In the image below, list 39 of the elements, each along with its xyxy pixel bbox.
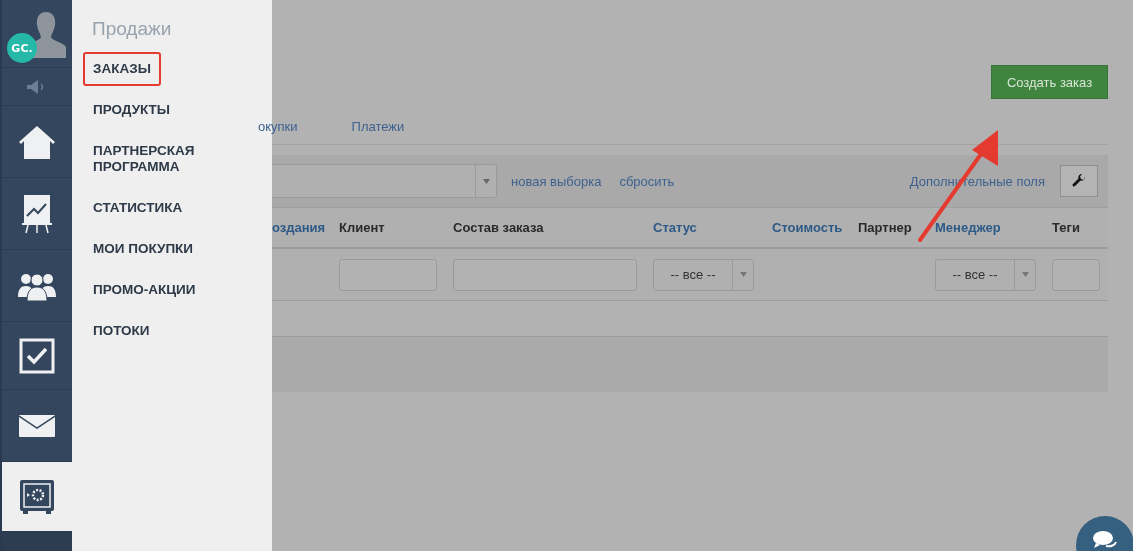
filter-input[interactable] (1052, 258, 1100, 291)
menu-item[interactable]: СТАТИСТИКА (83, 191, 193, 225)
filter-input[interactable] (453, 258, 637, 291)
chart-board-icon (22, 193, 52, 234)
filter-dropdown[interactable]: -- все -- (935, 258, 1036, 291)
menu-item[interactable]: ПРОМО-АКЦИИ (83, 273, 206, 307)
filter-input[interactable] (339, 258, 437, 291)
caret-icon (482, 178, 490, 184)
menu-title: Продажи (92, 18, 172, 40)
column-header: Состав заказа (453, 220, 544, 235)
avatar-initials[interactable]: GC. (7, 33, 37, 63)
sortable-column-header[interactable]: Стоимость (772, 220, 843, 235)
mail-icon (19, 414, 55, 437)
menu-item[interactable]: ЗАКАЗЫ (83, 52, 161, 86)
filter-link[interactable]: сбросить (619, 173, 675, 189)
safe-icon (19, 478, 55, 515)
filter-dropdown[interactable]: -- все -- (653, 258, 754, 291)
column-header: Партнер (858, 220, 912, 235)
menu-item[interactable]: МОИ ПОКУПКИ (83, 232, 204, 266)
column-header: Клиент (339, 220, 385, 235)
column-header: Теги (1052, 220, 1080, 235)
checkbox-icon (19, 337, 55, 374)
menu-item[interactable]: ПРОДУКТЫ (83, 93, 181, 127)
menu-item[interactable]: ПАРТНЕРСКАЯ ПРОГРАММА (83, 134, 253, 184)
sortable-column-header[interactable]: Статус (653, 220, 697, 235)
chat-bubbles-icon (1092, 529, 1118, 551)
menu-item[interactable]: ПОТОКИ (83, 314, 160, 348)
tab[interactable]: Платежи (351, 119, 405, 144)
nav-rail-item[interactable] (2, 462, 72, 532)
sortable-column-header[interactable]: оздания (272, 220, 326, 235)
caret-icon (739, 272, 747, 277)
sortable-column-header[interactable]: Менеджер (935, 220, 1001, 235)
create-order-button[interactable]: Создать заказ (991, 65, 1108, 99)
settings-button[interactable] (1060, 165, 1098, 197)
wrench-icon (1072, 174, 1086, 188)
tab[interactable]: окупки (258, 119, 298, 144)
home-icon (18, 124, 56, 159)
caret-icon (1021, 272, 1029, 277)
filter-link[interactable]: новая выборка (511, 173, 602, 189)
